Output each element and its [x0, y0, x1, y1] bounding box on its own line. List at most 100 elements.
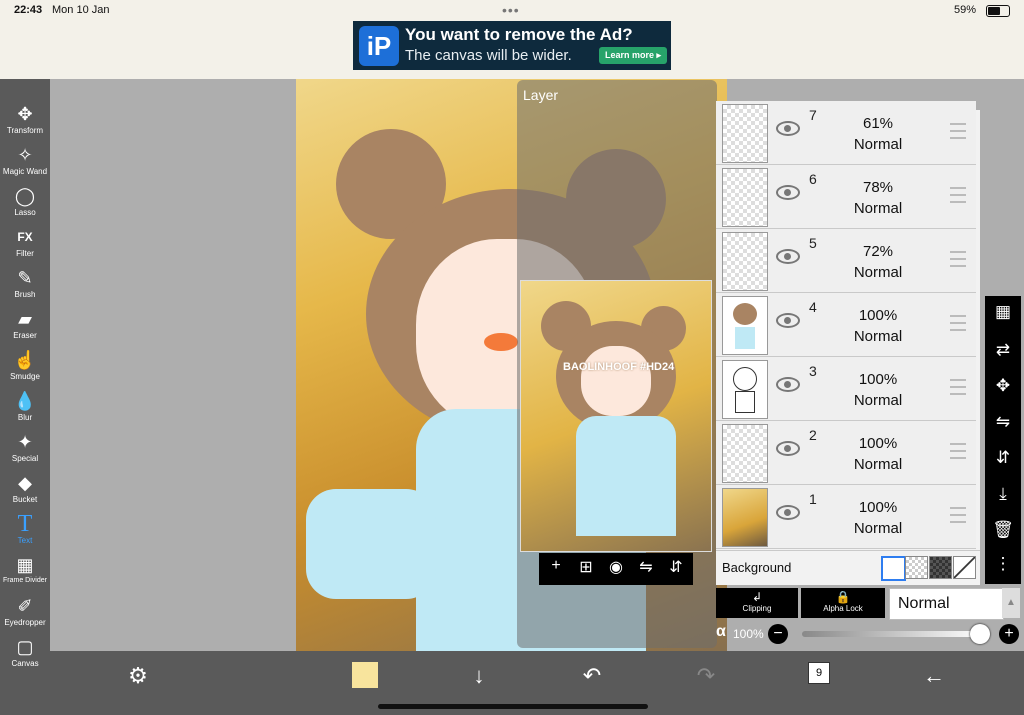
- preview-watermark-text: BAOLINHOOF #HD24: [563, 361, 675, 373]
- layer-blend: Normal: [853, 136, 903, 153]
- blend-mode-select[interactable]: Normal: [889, 588, 1004, 620]
- eye-icon[interactable]: [776, 121, 800, 136]
- opacity-minus-button[interactable]: −: [768, 624, 788, 644]
- undo-icon[interactable]: ↶: [572, 663, 612, 689]
- flip-horizontal-icon[interactable]: ⇋: [985, 412, 1021, 432]
- add-layer-icon[interactable]: +: [541, 557, 571, 575]
- opacity-plus-button[interactable]: +: [999, 624, 1019, 644]
- drag-handle-icon[interactable]: [950, 443, 966, 459]
- layer-thumbnail: [722, 232, 768, 291]
- camera-icon[interactable]: ◉: [601, 557, 631, 577]
- layer-thumbnail: [722, 424, 768, 483]
- drag-handle-icon[interactable]: [950, 507, 966, 523]
- background-row[interactable]: Background: [716, 550, 980, 585]
- layers-button[interactable]: 9: [808, 662, 830, 684]
- download-icon[interactable]: ↓: [459, 663, 499, 689]
- layer-row[interactable]: 1 100% Normal: [716, 485, 976, 549]
- layer-number: 6: [809, 171, 817, 187]
- back-arrow-icon[interactable]: ←: [914, 663, 954, 689]
- trash-icon[interactable]: 🗑: [985, 520, 1021, 540]
- eye-icon[interactable]: [776, 505, 800, 520]
- alpha-lock-button[interactable]: 🔒 Alpha Lock: [801, 588, 885, 618]
- tool-transform[interactable]: ✥ Transform: [0, 103, 50, 143]
- current-color-swatch[interactable]: [352, 662, 378, 688]
- multitask-dots-icon[interactable]: •••: [502, 2, 520, 18]
- layer-row[interactable]: 5 72% Normal: [716, 229, 976, 293]
- lasso-icon: ◯: [14, 186, 36, 206]
- tool-label: Eyedropper: [4, 618, 46, 627]
- tool-brush[interactable]: ✎ Brush: [0, 267, 50, 307]
- ad-subline: The canvas will be wider.: [405, 47, 572, 64]
- flip-vertical-icon[interactable]: ⇵: [661, 557, 691, 577]
- drag-handle-icon[interactable]: [950, 251, 966, 267]
- tool-text[interactable]: T Text: [0, 511, 50, 553]
- tool-eyedropper[interactable]: ✐ Eyedropper: [0, 595, 50, 635]
- layer-row[interactable]: 6 78% Normal: [716, 165, 976, 229]
- layer-thumbnail: [722, 104, 768, 163]
- eye-icon[interactable]: [776, 249, 800, 264]
- eye-icon[interactable]: [776, 441, 800, 456]
- checker-icon[interactable]: ▦: [985, 302, 1021, 322]
- clipping-button[interactable]: ↲ Clipping: [716, 588, 798, 618]
- move-icon[interactable]: ✥: [985, 376, 1021, 396]
- brush-settings-icon[interactable]: ⚙: [118, 663, 158, 689]
- opacity-slider[interactable]: [802, 631, 982, 637]
- tool-bucket[interactable]: ◆ Bucket: [0, 472, 50, 512]
- bucket-icon: ◆: [18, 473, 32, 493]
- more-icon[interactable]: ⋮: [985, 554, 1021, 574]
- bg-checker-dark-swatch[interactable]: [929, 556, 952, 579]
- tool-label: Special: [11, 454, 39, 463]
- layer-blend: Normal: [853, 200, 903, 217]
- bg-white-swatch[interactable]: [881, 556, 906, 581]
- blend-mode-value: Normal: [898, 595, 950, 612]
- transfer-icon[interactable]: ⇄: [985, 340, 1021, 360]
- eyedropper-icon: ✐: [17, 596, 33, 616]
- flip-horizontal-icon[interactable]: ⇋: [631, 557, 661, 577]
- thumb-lineart: [733, 367, 757, 391]
- transform-icon: ✥: [17, 104, 33, 124]
- add-layer-copy-icon[interactable]: ⊞: [571, 557, 601, 577]
- eye-icon[interactable]: [776, 185, 800, 200]
- bg-none-swatch[interactable]: [953, 556, 976, 579]
- tool-special[interactable]: ✦ Special: [0, 431, 50, 471]
- opacity-slider-knob[interactable]: [970, 624, 990, 644]
- learn-more-button[interactable]: Learn more ▸: [599, 47, 668, 64]
- bg-checker-light-swatch[interactable]: [905, 556, 928, 579]
- drag-handle-icon[interactable]: [950, 315, 966, 331]
- home-indicator[interactable]: [378, 704, 648, 709]
- eye-icon[interactable]: [776, 377, 800, 392]
- special-icon: ✦: [17, 432, 33, 452]
- tool-lasso[interactable]: ◯ Lasso: [0, 185, 50, 225]
- tool-smudge[interactable]: ☝ Smudge: [0, 349, 50, 389]
- tool-blur[interactable]: 💧 Blur: [0, 390, 50, 430]
- drag-handle-icon[interactable]: [950, 187, 966, 203]
- redo-icon[interactable]: ↷: [686, 663, 726, 689]
- layer-blend: Normal: [853, 392, 903, 409]
- flip-vertical-icon[interactable]: ⇵: [985, 448, 1021, 468]
- layer-thumbnail: [722, 488, 768, 547]
- layer-row[interactable]: 4 100% Normal: [716, 293, 976, 357]
- layer-row[interactable]: 3 100% Normal: [716, 357, 976, 421]
- blend-dropdown-arrow-icon[interactable]: ▲: [1002, 588, 1020, 618]
- layer-row[interactable]: 2 100% Normal: [716, 421, 976, 485]
- tool-filter[interactable]: FX Filter: [0, 226, 50, 266]
- drag-handle-icon[interactable]: [950, 379, 966, 395]
- tool-magic-wand[interactable]: ✧ Magic Wand: [0, 144, 50, 184]
- ad-banner[interactable]: iP You want to remove the Ad? The canvas…: [353, 21, 671, 70]
- tool-eraser[interactable]: ▰ Eraser: [0, 308, 50, 348]
- drag-handle-icon[interactable]: [950, 123, 966, 139]
- layer-list[interactable]: 7 61% Normal 6 78% Normal 5 72% Normal 4…: [716, 101, 980, 584]
- layer-opacity: 72%: [862, 243, 894, 260]
- eye-icon[interactable]: [776, 313, 800, 328]
- tool-label: Transform: [6, 126, 44, 135]
- tool-frame-divider[interactable]: ▦ Frame Divider: [0, 554, 50, 594]
- opacity-value: 100%: [733, 627, 764, 641]
- merge-down-icon[interactable]: ⤓: [985, 484, 1021, 504]
- thumb-hair: [733, 303, 757, 325]
- text-icon: T: [17, 511, 33, 537]
- layer-blend: Normal: [853, 456, 903, 473]
- layer-row[interactable]: 7 61% Normal: [716, 101, 976, 165]
- tool-canvas[interactable]: ▢ Canvas: [0, 636, 50, 676]
- navigator-preview[interactable]: BAOLINHOOF #HD24: [520, 280, 712, 552]
- layer-opacity: 61%: [862, 115, 894, 132]
